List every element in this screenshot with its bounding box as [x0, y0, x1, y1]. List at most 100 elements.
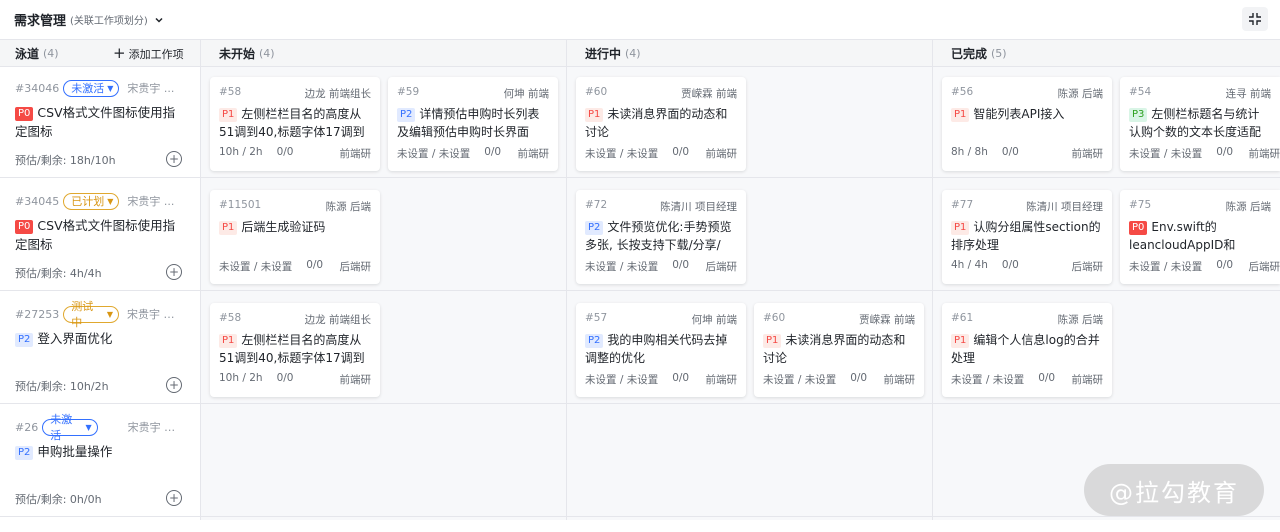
card-ratio: 0/0: [672, 146, 690, 158]
card-group: 后端研: [705, 261, 738, 273]
card-time: 10h / 2h: [219, 372, 263, 384]
card-time: 未设置 / 未设置: [1129, 148, 1203, 160]
task-card[interactable]: #60 贾嵘霖 前端 P1 未读消息界面的动态和讨论 未设置 / 未设置 0/0 前端研: [754, 303, 924, 397]
card-time: 未设置 / 未设置: [585, 374, 659, 386]
lane-title[interactable]: P0 CSV格式文件图标使用指定图标: [15, 103, 185, 141]
card-id: #60: [585, 86, 608, 98]
card-time: 8h / 8h: [951, 146, 988, 158]
column-header-lane: 泳道 (4): [15, 47, 59, 61]
card-group: 后端研: [1071, 261, 1104, 273]
lane-owner: 宋贵宇 ...: [127, 82, 175, 95]
swimlane-header[interactable]: #26 未激活 ▼ 宋贵宇 产品 P2 申购批量操作 预估/剩余: 0h/0h +: [0, 406, 200, 516]
card-ratio: 0/0: [1001, 146, 1019, 158]
priority-badge: P2: [397, 108, 416, 122]
add-circle-icon[interactable]: +: [166, 264, 182, 280]
kanban-board: 泳道 (4) + 添加工作项 未开始 (4) 进行中 (4) 已完成 (5) #3404…: [0, 40, 1280, 520]
priority-badge: P1: [219, 334, 238, 348]
watermark: @拉勾教育: [1084, 464, 1264, 516]
lane-title[interactable]: P2 申购批量操作: [15, 442, 185, 461]
card-id: #61: [951, 312, 974, 324]
collapse-icon[interactable]: [1242, 7, 1268, 31]
add-circle-icon[interactable]: +: [166, 377, 182, 393]
card-assignee: 陈源 后端: [325, 201, 371, 213]
plus-icon: +: [113, 44, 126, 62]
card-title: P1 认购分组属性section的排序处理: [951, 220, 1101, 252]
status-badge[interactable]: 测试中 ▼: [63, 300, 120, 329]
card-assignee: 陈清川 项目经理: [660, 201, 737, 213]
priority-badge: P1: [951, 221, 970, 235]
task-card[interactable]: #56 陈源 后端 P1 智能列表API接入 8h / 8h 0/0 前端研: [942, 77, 1112, 171]
card-title: P1 编辑个人信息log的合并处理: [951, 333, 1100, 365]
task-card[interactable]: #75 陈源 后端 P0Env.swift的leancloudAppID和lean…: [1120, 190, 1280, 284]
task-card[interactable]: #59 何坤 前端 P2 详情预估申购时长列表及编辑预估申购时长界面 未设置 / 未…: [388, 77, 558, 171]
card-ratio: 0/0: [1216, 259, 1234, 271]
card-title: P3 左侧栏标题名与统计认购个数的文本长度适配: [1129, 107, 1262, 139]
lane-id: #27253: [15, 307, 60, 321]
card-group: 后端研: [1248, 261, 1280, 273]
task-card[interactable]: #54 连寻 前端 P3 左侧栏标题名与统计认购个数的文本长度适配 未设置 / 未设…: [1120, 77, 1280, 171]
task-card[interactable]: #77 陈清川 项目经理 P1 认购分组属性section的排序处理 4h / 4h…: [942, 190, 1112, 284]
card-time: 未设置 / 未设置: [219, 261, 293, 273]
lane-owner: 宋贵宇 产品: [127, 308, 185, 321]
card-id: #57: [585, 312, 608, 324]
task-card[interactable]: #11501 陈源 后端 P1 后端生成验证码 未设置 / 未设置 0/0 后端研: [210, 190, 380, 284]
swimlane-header[interactable]: #34045 已计划 ▼ 宋贵宇 ... P0 CSV格式文件图标使用指定图标 预估…: [0, 180, 200, 290]
card-group: 前端研: [339, 374, 372, 386]
page-title: 需求管理: [14, 14, 67, 29]
task-card[interactable]: #57 何坤 前端 P2 我的申购相关代码去掉调整的优化 未设置 / 未设置 0/0 前…: [576, 303, 746, 397]
status-badge[interactable]: 未激活 ▼: [42, 413, 98, 442]
card-assignee: 边龙 前端组长: [304, 314, 371, 326]
card-assignee: 贾嵘霖 前端: [859, 314, 915, 326]
priority-badge: P0: [1129, 221, 1148, 235]
lane-estimate: 预估/剩余: 0h/0h: [15, 493, 102, 506]
add-circle-icon[interactable]: +: [166, 151, 182, 167]
task-card[interactable]: #61 陈源 后端 P1 编辑个人信息log的合并处理 未设置 / 未设置 0/0 前端…: [942, 303, 1112, 397]
task-card[interactable]: #58 边龙 前端组长 P1 左侧栏栏目名的高度从51调到40,标题字体17调到 1 …: [210, 303, 380, 397]
card-assignee: 陈清川 项目经理: [1026, 201, 1103, 213]
add-work-item-button[interactable]: + 添加工作项: [113, 40, 184, 67]
card-time: 4h / 4h: [951, 259, 988, 271]
card-time: 未设置 / 未设置: [763, 374, 837, 386]
swimlane-header[interactable]: #34046 未激活 ▼ 宋贵宇 ... P0 CSV格式文件图标使用指定图标 预估…: [0, 67, 200, 177]
column-header-row: 泳道 (4) + 添加工作项 未开始 (4) 进行中 (4) 已完成 (5): [0, 40, 1280, 67]
card-time: 10h / 2h: [219, 146, 263, 158]
priority-badge: P2: [15, 333, 34, 347]
card-time: 未设置 / 未设置: [585, 148, 659, 160]
chevron-down-icon: ▼: [107, 83, 114, 93]
card-id: #77: [951, 199, 974, 211]
column-header-in-progress: 进行中 (4): [585, 47, 641, 61]
lane-id: #26: [15, 420, 39, 434]
card-group: 前端研: [705, 148, 738, 160]
priority-badge: P1: [219, 221, 238, 235]
card-ratio: 0/0: [850, 372, 868, 384]
priority-badge: P2: [15, 446, 34, 460]
status-badge[interactable]: 已计划 ▼: [63, 192, 120, 210]
add-circle-icon[interactable]: +: [166, 490, 182, 506]
card-id: #59: [397, 86, 420, 98]
status-badge[interactable]: 未激活 ▼: [63, 79, 120, 97]
task-card[interactable]: #60 贾嵘霖 前端 P1 未读消息界面的动态和讨论 未设置 / 未设置 0/0 前端研: [576, 77, 746, 171]
priority-badge: P0: [15, 107, 34, 121]
lane-estimate: 预估/剩余: 4h/4h: [15, 267, 102, 280]
lane-title[interactable]: P2 登入界面优化: [15, 329, 185, 348]
card-ratio: 0/0: [672, 372, 690, 384]
card-title: P1 未读消息界面的动态和讨论: [585, 107, 728, 139]
card-group: 前端研: [705, 374, 738, 386]
card-title: P2 文件预览优化:手势预览多张, 长按支持下载/分享/: [585, 220, 732, 252]
chevron-down-icon: ▼: [85, 422, 92, 432]
card-time: 未设置 / 未设置: [397, 148, 471, 160]
task-card[interactable]: #58 边龙 前端组长 P1 左侧栏栏目名的高度从51调到40,标题字体17调到 1 …: [210, 77, 380, 171]
lane-title[interactable]: P0 CSV格式文件图标使用指定图标: [15, 216, 185, 254]
lane-estimate: 预估/剩余: 18h/10h: [15, 154, 116, 167]
task-card[interactable]: #72 陈清川 项目经理 P2 文件预览优化:手势预览多张, 长按支持下载/分享/ …: [576, 190, 746, 284]
column-header-done: 已完成 (5): [951, 47, 1007, 61]
swimlane-header[interactable]: #27253 测试中 ▼ 宋贵宇 产品 P2 登入界面优化 预估/剩余: 10h/2…: [0, 293, 200, 403]
card-assignee: 贾嵘霖 前端: [681, 88, 737, 100]
priority-badge: P1: [951, 334, 970, 348]
chevron-down-icon[interactable]: [154, 15, 164, 25]
priority-badge: P1: [951, 108, 970, 122]
card-group: 前端研: [1248, 148, 1280, 160]
card-assignee: 陈源 后端: [1225, 201, 1271, 213]
card-assignee: 何坤 前端: [691, 314, 737, 326]
card-id: #58: [219, 312, 242, 324]
